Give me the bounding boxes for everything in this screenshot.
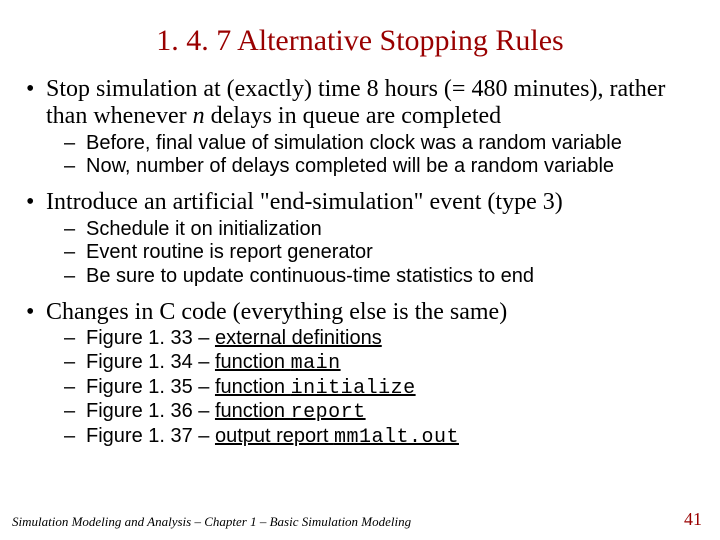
code-text: mm1alt.out	[334, 426, 459, 449]
sub-bullet-item: Now, number of delays completed will be …	[46, 155, 698, 179]
link-text: function report	[215, 400, 366, 422]
bullet-text: Introduce an artificial "end-simulation"…	[46, 189, 563, 215]
link-text: output report mm1alt.out	[215, 425, 459, 447]
bullet-text: delays in queue are completed	[205, 103, 502, 129]
sub-bullet-list: Figure 1. 33 – external definitions Figu…	[46, 327, 698, 449]
bullet-item: Introduce an artificial "end-simulation"…	[22, 189, 698, 289]
sub-bullet-item: Schedule it on initialization	[46, 218, 698, 242]
bullet-list: Stop simulation at (exactly) time 8 hour…	[22, 76, 698, 449]
bullet-text: Changes in C code (everything else is th…	[46, 299, 507, 325]
sub-text: Figure 1. 37 –	[86, 425, 215, 447]
bullet-item: Changes in C code (everything else is th…	[22, 299, 698, 450]
link-text: external definitions	[215, 327, 382, 349]
sub-text: Figure 1. 34 –	[86, 351, 215, 373]
sub-bullet-item: Be sure to update continuous-time statis…	[46, 265, 698, 289]
sub-text: Figure 1. 33 –	[86, 327, 215, 349]
page-number: 41	[684, 509, 702, 530]
sub-bullet-item: Before, final value of simulation clock …	[46, 132, 698, 156]
sub-bullet-item: Figure 1. 33 – external definitions	[46, 327, 698, 351]
sub-bullet-item: Figure 1. 37 – output report mm1alt.out	[46, 425, 698, 450]
footer: Simulation Modeling and Analysis – Chapt…	[12, 514, 708, 530]
footer-text: Simulation Modeling and Analysis – Chapt…	[12, 514, 411, 529]
sub-bullet-item: Figure 1. 34 – function main	[46, 351, 698, 376]
sub-bullet-item: Event routine is report generator	[46, 241, 698, 265]
sub-bullet-item: Figure 1. 36 – function report	[46, 400, 698, 425]
sub-bullet-item: Figure 1. 35 – function initialize	[46, 376, 698, 401]
link-text: function initialize	[215, 376, 416, 398]
sub-text: Figure 1. 35 –	[86, 376, 215, 398]
sub-text: Figure 1. 36 –	[86, 400, 215, 422]
code-text: main	[291, 352, 341, 375]
code-text: initialize	[291, 377, 416, 400]
bullet-em: n	[193, 103, 205, 129]
slide-title: 1. 4. 7 Alternative Stopping Rules	[22, 24, 698, 58]
link-text: function main	[215, 351, 341, 373]
sub-bullet-list: Before, final value of simulation clock …	[46, 132, 698, 179]
sub-bullet-list: Schedule it on initialization Event rout…	[46, 218, 698, 289]
code-text: report	[291, 401, 366, 424]
bullet-item: Stop simulation at (exactly) time 8 hour…	[22, 76, 698, 179]
